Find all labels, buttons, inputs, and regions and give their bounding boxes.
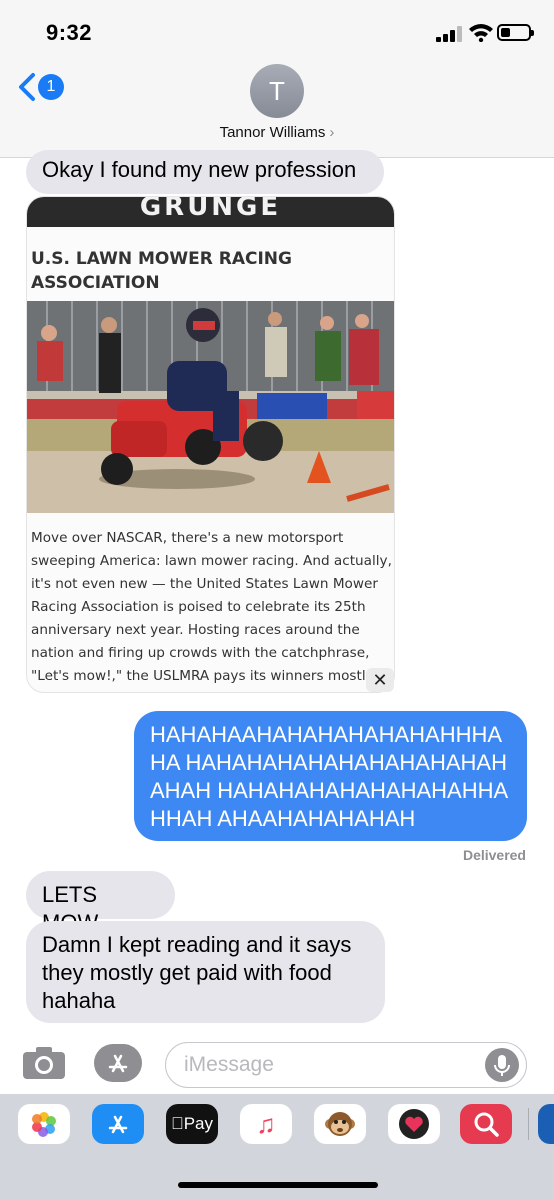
- message-input[interactable]: iMessage: [165, 1042, 527, 1088]
- incoming-message[interactable]: LETS MOW: [26, 871, 175, 935]
- card-title: U.S. LAWN MOWER RACING ASSOCIATION: [31, 249, 292, 293]
- home-indicator[interactable]: [178, 1182, 378, 1188]
- music-app-icon[interactable]: ♫: [240, 1104, 292, 1144]
- battery-level: [501, 28, 510, 37]
- message-text: Damn I kept reading and it says they mos…: [42, 932, 352, 1013]
- status-bar: 9:32: [0, 0, 554, 62]
- back-button[interactable]: 1: [14, 72, 64, 102]
- close-preview-button[interactable]: ✕: [366, 668, 394, 692]
- lawn-mower-race-photo: [27, 301, 394, 513]
- monkey-glyph: [325, 1112, 355, 1136]
- search-web-app-icon[interactable]: [460, 1104, 512, 1144]
- app-store-glyph: [108, 1054, 128, 1073]
- card-excerpt: Move over NASCAR, there's a new motorspo…: [31, 530, 392, 684]
- outgoing-message[interactable]: HAHAHAAHAHAHAHAHAHAHHHAHA HAHAHAHAHAHAHA…: [134, 711, 527, 841]
- message-text: Okay I found my new profession: [42, 157, 357, 182]
- apple-pay-label: Pay: [177, 1114, 213, 1133]
- app-store-app-icon[interactable]: [92, 1104, 144, 1144]
- conversation-header: 1 T Tannor Williams ›: [0, 62, 554, 158]
- animoji-app-icon[interactable]: [314, 1104, 366, 1144]
- heart-glyph: [399, 1109, 429, 1139]
- search-icon: [474, 1112, 499, 1137]
- apple-pay-app-icon[interactable]: Pay: [166, 1104, 218, 1144]
- message-text: HAHAHAAHAHAHAHAHAHAHHHAHA HAHAHAHAHAHAHA…: [150, 722, 509, 831]
- card-site-banner: GRUNGE: [27, 197, 394, 227]
- compose-bar: iMessage: [0, 1030, 554, 1094]
- heart-app-icon[interactable]: [388, 1104, 440, 1144]
- contact-name: Tannor Williams: [219, 124, 326, 141]
- contact-name-row[interactable]: Tannor Williams ›: [0, 124, 554, 141]
- incoming-message[interactable]: Okay I found my new profession: [26, 150, 384, 194]
- photos-app-icon[interactable]: [18, 1104, 70, 1144]
- microphone-icon[interactable]: [485, 1048, 519, 1082]
- incoming-message[interactable]: Damn I kept reading and it says they mos…: [26, 921, 385, 1023]
- clock: 9:32: [46, 20, 93, 45]
- app-store-icon[interactable]: [94, 1044, 142, 1082]
- microphone-glyph: [494, 1055, 510, 1076]
- battery-icon: [497, 24, 534, 41]
- apple-logo-icon: : [171, 1114, 184, 1133]
- contact-avatar[interactable]: T: [250, 64, 304, 118]
- unread-badge: 1: [38, 74, 64, 100]
- wifi-icon: [469, 24, 493, 42]
- chevron-left-icon: [19, 73, 35, 101]
- link-preview-card[interactable]: GRUNGE U.S. LAWN MOWER RACING ASSOCIATIO…: [26, 196, 395, 693]
- chevron-right-icon: ›: [329, 124, 335, 141]
- cellular-signal-icon: [436, 26, 462, 42]
- partial-app-icon[interactable]: [538, 1104, 554, 1144]
- camera-icon[interactable]: [22, 1046, 66, 1080]
- app-store-app-glyph: [108, 1115, 128, 1134]
- app-drawer: Pay ♫: [0, 1094, 554, 1200]
- delivery-status: Delivered: [462, 847, 526, 863]
- photos-glyph: [32, 1112, 56, 1137]
- drawer-divider: [528, 1108, 529, 1140]
